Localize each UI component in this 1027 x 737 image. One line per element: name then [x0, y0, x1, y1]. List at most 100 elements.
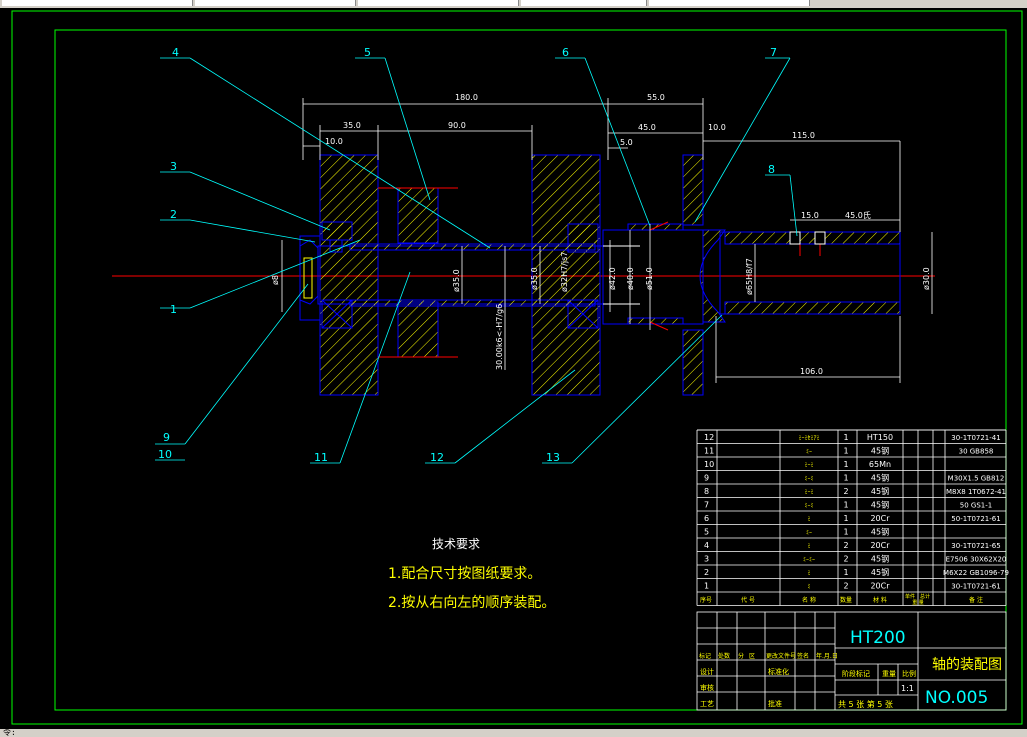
housing-left [319, 154, 379, 396]
balloon-10: 10 [158, 448, 172, 461]
bom-row-no: 12 [704, 433, 714, 442]
bom-row-no: 5 [704, 528, 709, 537]
balloon-8: 8 [768, 163, 775, 176]
bom-row-material: 45钢 [871, 486, 889, 496]
balloon-13: 13 [546, 451, 560, 464]
bom-row-material: 45钢 [871, 500, 889, 510]
balloon-4: 4 [172, 46, 179, 59]
bom-row-code: 30-1T0721-41 [951, 434, 1000, 442]
bom-row-material: 20Cr [870, 514, 890, 523]
title-block-text: HT200 轴的装配图 NO.005 1:1 共 5 张 第 5 张 标记 处数… [699, 628, 1002, 709]
bom-row-material: 45钢 [871, 527, 889, 537]
gear-top [397, 187, 439, 244]
bom-row-no: 10 [704, 460, 714, 469]
bom-row-code: 30-1T0721-65 [951, 542, 1000, 550]
command-line[interactable]: 令: [0, 729, 1027, 737]
bom-row-qty: 2 [843, 487, 848, 496]
leader-lines [155, 57, 798, 464]
rev-label-1: 处数 [718, 652, 730, 660]
cad-drawing-canvas[interactable]: 180.0 55.0 35.0 90.0 10.0 45.0 10.0 5.0 … [0, 0, 1027, 729]
gear-bottom [397, 301, 439, 358]
balloon-3: 3 [170, 160, 177, 173]
bom-row-material: 20Cr [870, 541, 890, 550]
bom-header-name: 名 称 [802, 596, 816, 604]
balloon-9: 9 [163, 431, 170, 444]
rev-label-0: 标记 [699, 652, 711, 660]
bom-row-name: ﾐｰﾐ [804, 489, 813, 496]
drawing-title: 轴的装配图 [932, 657, 1002, 673]
command-prompt: 令: [3, 728, 16, 737]
notes-title: 技术要求 [432, 537, 480, 551]
dim-phi65: ø65H8/f7 [745, 258, 754, 295]
bom-row-code: M6X22 GB1096-79 [943, 569, 1009, 577]
dim-35: 35.0 [343, 121, 361, 130]
parts-list-table: 12 ﾐｰﾐｾﾐｱﾐ 1 HT150 30-1T0721-4111 ﾐｰ 1 45钢 30 GB… [696, 429, 1009, 606]
rev-label-5: 签名 [797, 652, 809, 660]
rev-label-6: 年.月.日 [816, 652, 838, 660]
bom-row-no: 3 [704, 555, 709, 564]
balloon-11: 11 [314, 451, 328, 464]
bom-header-unit: 单件 [905, 593, 915, 600]
bom-row-qty: 1 [843, 447, 848, 456]
bom-header-material: 材 料 [873, 596, 887, 604]
bom-row-no: 9 [704, 474, 709, 483]
bom-row-material: HT150 [867, 433, 893, 442]
bom-row-name: ﾐｰﾐ [804, 503, 813, 510]
role-review: 审核 [700, 683, 714, 692]
dim-10-left: 10.0 [325, 137, 343, 146]
bom-row-name: ﾐｰﾐｰ [803, 557, 815, 564]
bom-row-qty: 2 [843, 582, 848, 591]
dim-45: 45.0 [638, 123, 656, 132]
bom-row-qty: 1 [843, 501, 848, 510]
dim-phi42: ø42.0 [608, 267, 617, 290]
bom-row-material: 20Cr [870, 582, 890, 591]
bom-row-code: M8X8 1T0672-41 [946, 488, 1006, 496]
bom-header-code: 代 号 [741, 596, 755, 604]
dim-phi30: ø30.0 [922, 267, 931, 290]
bom-row-name: ﾐ [807, 584, 810, 591]
dim-10-right: 10.0 [708, 123, 726, 132]
bom-row-code: 30 GB858 [959, 448, 994, 456]
bom-row-code: M30X1.5 GB812 [948, 475, 1005, 483]
end-cap [299, 235, 321, 321]
rev-label-4: 更改文件号 [766, 652, 796, 660]
sheet-outer-border [11, 10, 1023, 725]
balloon-6: 6 [562, 46, 569, 59]
notes-line-2: 2.按从右向左的顺序装配。 [388, 595, 555, 611]
dim-phi40: ø40.0 [626, 267, 635, 290]
bom-row-qty: 2 [843, 541, 848, 550]
bom-row-qty: 1 [843, 528, 848, 537]
bom-row-qty: 1 [843, 514, 848, 523]
balloon-1: 1 [170, 303, 177, 316]
bom-row-qty: 1 [843, 568, 848, 577]
dim-phi35b: ø35.0 [530, 267, 539, 290]
dim-106: 106.0 [800, 367, 823, 376]
bom-row-no: 11 [704, 447, 714, 456]
bom-row-name: ﾐｰﾐ [804, 476, 813, 483]
dim-fit2: 30.00k6<-H7/g6 [495, 304, 504, 370]
bom-row-name: ﾐ [807, 543, 810, 550]
bom-header-weight: 重 量 [912, 599, 924, 606]
bom-row-name: ﾐｰ [806, 530, 812, 537]
bom-row-code: 30-1T0721-61 [951, 583, 1000, 591]
balloon-5: 5 [364, 46, 371, 59]
bom-header-qty: 数量 [840, 596, 852, 604]
bom-row-code: 50 GS1-1 [960, 502, 992, 510]
technical-notes: 技术要求 1.配合尺寸按图纸要求。 2.按从右向左的顺序装配。 [388, 537, 555, 611]
dim-55: 55.0 [647, 93, 665, 102]
dim-180: 180.0 [455, 93, 478, 102]
role-design: 设计 [700, 667, 714, 676]
balloon-labels: 4 5 3 2 1 6 7 8 9 10 11 12 13 [158, 46, 777, 464]
role-approve: 批准 [768, 699, 782, 708]
stage-scale: 比例 [902, 669, 916, 678]
bom-row-name: ﾐｰ [806, 449, 812, 456]
dim-45-right: 45.0氏 [845, 211, 871, 220]
bom-row-name: ﾐ [807, 516, 810, 523]
sheet-count: 共 5 张 第 5 张 [838, 699, 893, 709]
bom-row-no: 2 [704, 568, 709, 577]
bom-row-qty: 1 [843, 433, 848, 442]
bom-row-material: 45钢 [871, 567, 889, 577]
balloon-2: 2 [170, 208, 177, 221]
bom-row-material: 45钢 [871, 554, 889, 564]
dim-fit1: ø32H7/js7 [560, 252, 569, 292]
